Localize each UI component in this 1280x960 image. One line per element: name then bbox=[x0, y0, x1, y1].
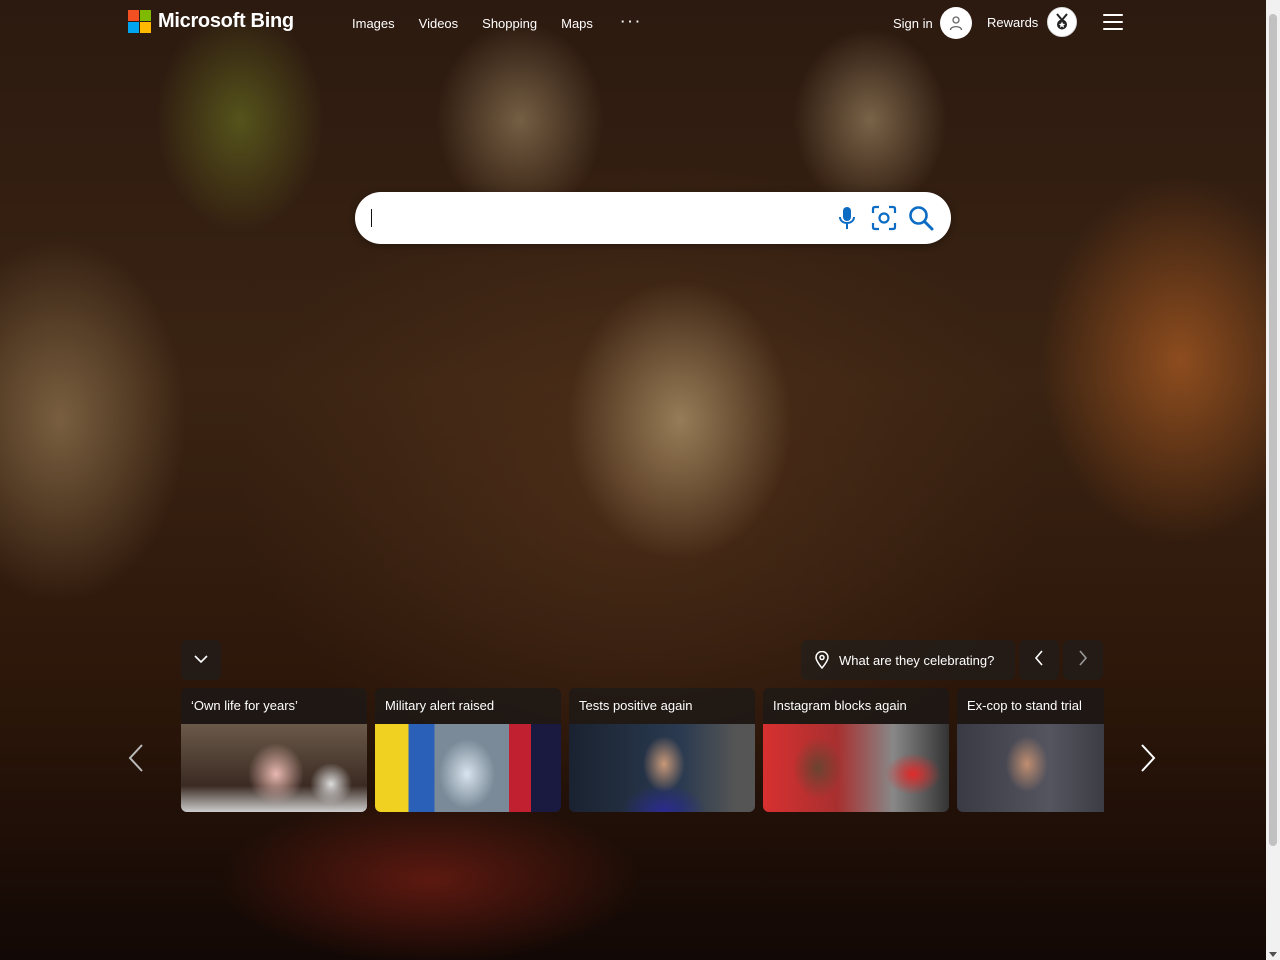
chevron-down-icon bbox=[194, 651, 208, 669]
search-input[interactable] bbox=[369, 204, 823, 234]
news-card[interactable]: Military alert raised bbox=[375, 688, 561, 812]
background-image bbox=[0, 0, 1266, 960]
chevron-left-icon bbox=[1034, 649, 1044, 671]
nav-images[interactable]: Images bbox=[352, 16, 395, 32]
search-box[interactable] bbox=[355, 192, 951, 244]
search-icon[interactable] bbox=[907, 204, 935, 232]
news-card-title: Ex-cop to stand trial bbox=[967, 698, 1082, 713]
scrollbar-thumb[interactable] bbox=[1269, 14, 1277, 846]
nav-maps[interactable]: Maps bbox=[561, 16, 593, 32]
news-card[interactable]: Tests positive again bbox=[569, 688, 755, 812]
next-image-button[interactable] bbox=[1063, 640, 1103, 680]
news-thumbnail bbox=[181, 724, 367, 812]
image-caption-text: What are they celebrating? bbox=[839, 652, 995, 668]
sign-in-button[interactable]: Sign in bbox=[893, 7, 972, 39]
rewards-medal-icon bbox=[1047, 7, 1078, 37]
top-nav: Images Videos Shopping Maps ··· bbox=[340, 14, 655, 32]
text-cursor bbox=[371, 209, 372, 227]
menu-icon[interactable] bbox=[1103, 14, 1123, 30]
chevron-left-icon bbox=[128, 743, 144, 778]
news-card-title: Instagram blocks again bbox=[773, 698, 907, 713]
news-card[interactable]: Instagram blocks again bbox=[763, 688, 949, 812]
news-thumbnail bbox=[763, 724, 949, 812]
location-pin-icon bbox=[815, 651, 829, 669]
rewards-label: Rewards bbox=[987, 14, 1039, 30]
news-card-title: ‘Own life for years’ bbox=[191, 698, 298, 713]
collapse-feed-button[interactable] bbox=[181, 640, 221, 680]
image-caption-button[interactable]: What are they celebrating? bbox=[801, 640, 1015, 680]
nav-more-button[interactable]: ··· bbox=[621, 14, 643, 30]
brand-text: Microsoft Bing bbox=[158, 10, 294, 32]
news-card[interactable]: ‘Own life for years’ bbox=[181, 688, 367, 812]
chevron-right-icon bbox=[1140, 743, 1156, 778]
microsoft-logo-icon bbox=[128, 10, 151, 33]
nav-shopping[interactable]: Shopping bbox=[482, 16, 537, 32]
sign-in-label: Sign in bbox=[893, 15, 933, 31]
news-thumbnail bbox=[957, 724, 1104, 812]
microphone-icon[interactable] bbox=[833, 204, 861, 232]
visual-search-icon[interactable] bbox=[870, 204, 898, 232]
user-icon bbox=[939, 7, 972, 39]
previous-image-button[interactable] bbox=[1019, 640, 1059, 680]
nav-videos[interactable]: Videos bbox=[419, 16, 459, 32]
scroll-down-icon[interactable] bbox=[1269, 952, 1277, 957]
scrollbar[interactable] bbox=[1266, 0, 1280, 960]
news-card-title: Military alert raised bbox=[385, 698, 495, 713]
news-thumbnail bbox=[375, 724, 561, 812]
carousel-prev-button[interactable] bbox=[124, 743, 148, 778]
news-carousel: ‘Own life for years’ Military alert rais… bbox=[181, 688, 1104, 812]
news-thumbnail bbox=[569, 724, 755, 812]
chevron-right-icon bbox=[1078, 649, 1088, 671]
rewards-button[interactable]: Rewards bbox=[987, 7, 1078, 37]
bing-logo[interactable]: Microsoft Bing bbox=[128, 10, 294, 33]
news-card[interactable]: Ex-cop to stand trial bbox=[957, 688, 1104, 812]
carousel-next-button[interactable] bbox=[1136, 743, 1160, 778]
news-card-title: Tests positive again bbox=[579, 698, 693, 713]
